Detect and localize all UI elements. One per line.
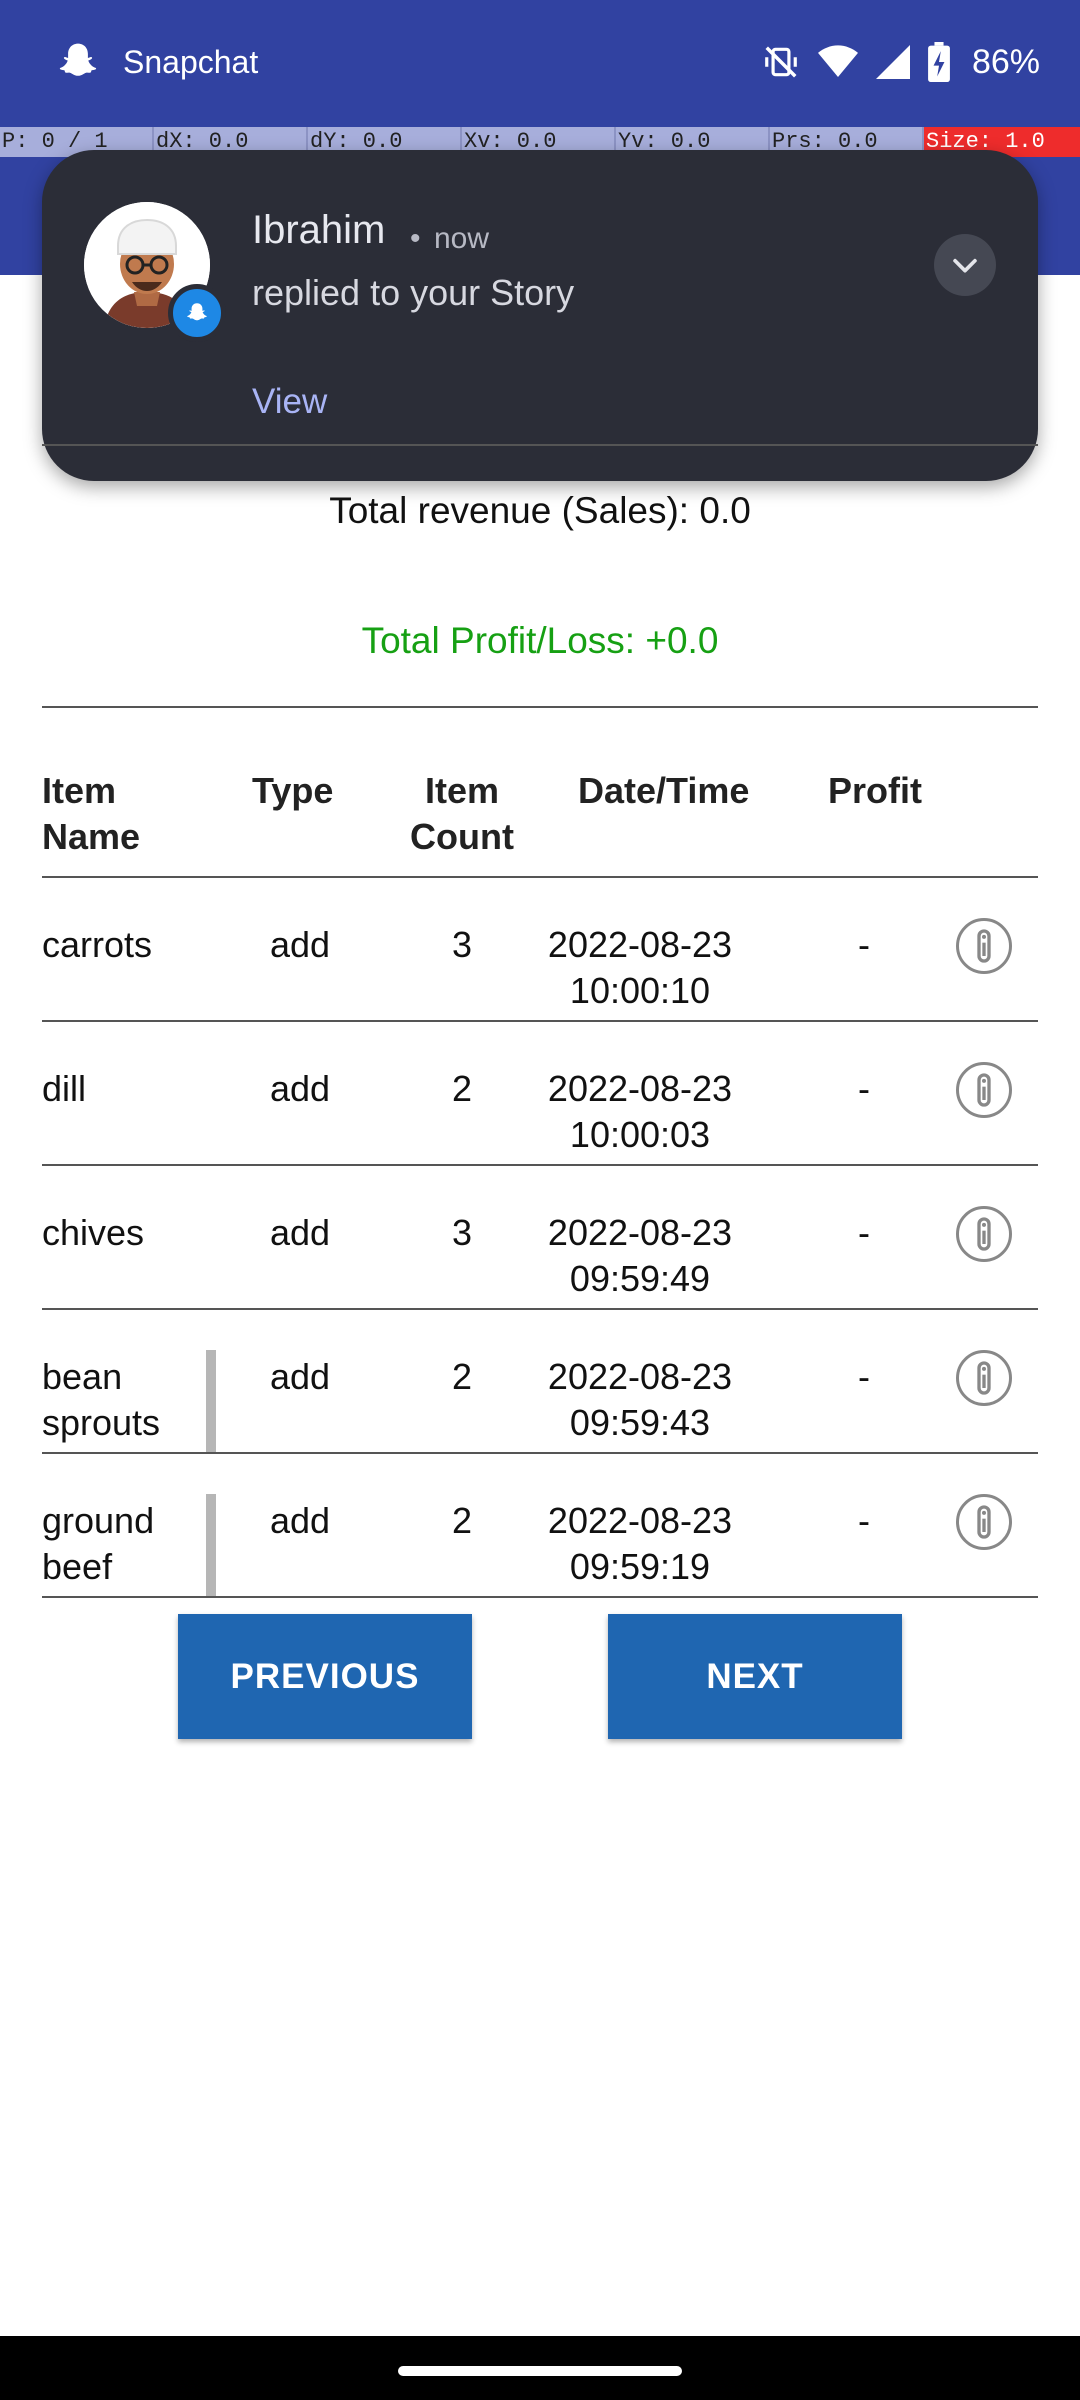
header-item-name-line2: Name <box>42 816 141 857</box>
notification-sender: Ibrahim <box>252 208 386 252</box>
notification-time: now <box>434 222 490 255</box>
item-name: carrots <box>42 922 192 968</box>
header-item-count-line1: Item <box>424 770 499 811</box>
info-button[interactable] <box>956 1494 1012 1550</box>
item-type: add <box>270 1500 331 1541</box>
info-button[interactable] <box>956 918 1012 974</box>
item-type: add <box>270 924 331 965</box>
info-icon <box>977 1073 991 1107</box>
expand-notification-button[interactable] <box>934 234 996 296</box>
item-date-time: 2022-08-23 10:00:10 <box>510 922 770 1014</box>
total-revenue: Total revenue (Sales): 0.0 <box>329 490 751 531</box>
item-date-time: 2022-08-23 09:59:43 <box>510 1354 770 1446</box>
item-date-time: 2022-08-23 10:00:03 <box>510 1066 770 1158</box>
item-time: 09:59:49 <box>569 1258 711 1299</box>
navigation-bar <box>0 2336 1080 2400</box>
header-item-count-line2: Count <box>410 816 514 857</box>
item-date-time: 2022-08-23 09:59:49 <box>510 1210 770 1302</box>
table-row: dill add 2 2022-08-23 10:00:03 - <box>42 1022 1038 1166</box>
info-icon <box>977 1361 991 1395</box>
header-profit: Profit <box>828 770 922 811</box>
total-profit-loss: Total Profit/Loss: +0.0 <box>361 620 719 661</box>
header-date-time: Date/Time <box>578 770 750 811</box>
summary-bottom-divider <box>42 706 1038 708</box>
table-row: ground beef add 2 2022-08-23 09:59:19 - <box>42 1454 1038 1598</box>
column-resize-handle[interactable] <box>206 1494 216 1598</box>
item-time: 10:00:10 <box>569 970 711 1011</box>
item-type: add <box>270 1068 331 1109</box>
signal-icon <box>875 45 910 79</box>
chevron-down-icon <box>953 258 977 273</box>
status-bar: Snapchat 86% <box>0 0 1080 127</box>
summary-top-divider <box>42 444 1038 446</box>
table-row: carrots add 3 2022-08-23 10:00:10 - <box>42 878 1038 1022</box>
item-time: 10:00:03 <box>569 1114 711 1155</box>
table-row: bean sprouts add 2 2022-08-23 09:59:43 - <box>42 1310 1038 1454</box>
item-profit: - <box>858 1356 870 1397</box>
notification-separator: • <box>410 222 421 255</box>
item-count: 3 <box>452 924 473 965</box>
item-type: add <box>270 1212 331 1253</box>
item-name-line1: bean <box>42 1356 123 1397</box>
item-name-line1: carrots <box>42 924 153 965</box>
item-time: 09:59:19 <box>569 1546 711 1587</box>
heads-up-notification[interactable]: Ibrahim • now replied to your Story View <box>42 150 1038 481</box>
home-gesture-handle[interactable] <box>398 2366 682 2376</box>
item-date: 2022-08-23 <box>547 1212 733 1253</box>
item-name: chives <box>42 1210 192 1256</box>
header-item-name-line1: Item <box>42 770 117 811</box>
snapchat-badge-icon <box>168 284 226 342</box>
battery-percentage: 86% <box>971 42 1040 81</box>
header-item-count: Item Count <box>410 768 514 860</box>
info-icon <box>977 1505 991 1539</box>
wifi-icon <box>817 45 858 77</box>
info-button[interactable] <box>956 1350 1012 1406</box>
item-count: 3 <box>452 1212 473 1253</box>
header-type: Type <box>252 770 334 811</box>
item-count: 2 <box>452 1356 473 1397</box>
snapchat-ghost-icon <box>59 43 97 76</box>
item-name-line1: ground <box>42 1500 155 1541</box>
item-profit: - <box>858 1500 870 1541</box>
item-name-line2: sprouts <box>42 1402 161 1443</box>
item-date: 2022-08-23 <box>547 1068 733 1109</box>
info-icon <box>977 929 991 963</box>
item-count: 2 <box>452 1500 473 1541</box>
item-date-time: 2022-08-23 09:59:19 <box>510 1498 770 1590</box>
item-type: add <box>270 1356 331 1397</box>
row-divider <box>42 1596 1038 1598</box>
item-count: 2 <box>452 1068 473 1109</box>
item-date: 2022-08-23 <box>547 924 733 965</box>
item-profit: - <box>858 1068 870 1109</box>
info-button[interactable] <box>956 1206 1012 1262</box>
battery-charging-icon <box>928 42 950 82</box>
notification-view-button[interactable]: View <box>252 382 327 422</box>
item-date: 2022-08-23 <box>547 1500 733 1541</box>
info-button[interactable] <box>956 1062 1012 1118</box>
item-name: dill <box>42 1066 192 1112</box>
info-icon <box>977 1217 991 1251</box>
item-name: ground beef <box>42 1498 192 1590</box>
status-app-label: Snapchat <box>123 44 259 80</box>
item-name-line1: dill <box>42 1068 87 1109</box>
item-name-line1: chives <box>42 1212 145 1253</box>
table-row: chives add 3 2022-08-23 09:59:49 - <box>42 1166 1038 1310</box>
previous-button[interactable]: PREVIOUS <box>178 1614 472 1739</box>
item-name-line2: beef <box>42 1546 113 1587</box>
item-name: bean sprouts <box>42 1354 192 1446</box>
item-profit: - <box>858 1212 870 1253</box>
item-date: 2022-08-23 <box>547 1356 733 1397</box>
next-button[interactable]: NEXT <box>608 1614 902 1739</box>
item-time: 09:59:43 <box>569 1402 711 1443</box>
header-item-name: Item Name <box>42 768 140 860</box>
status-icons: 86% <box>762 36 1040 88</box>
column-resize-handle[interactable] <box>206 1350 216 1454</box>
item-profit: - <box>858 924 870 965</box>
notification-message: replied to your Story <box>252 272 575 313</box>
vibrate-off-icon <box>765 46 797 78</box>
